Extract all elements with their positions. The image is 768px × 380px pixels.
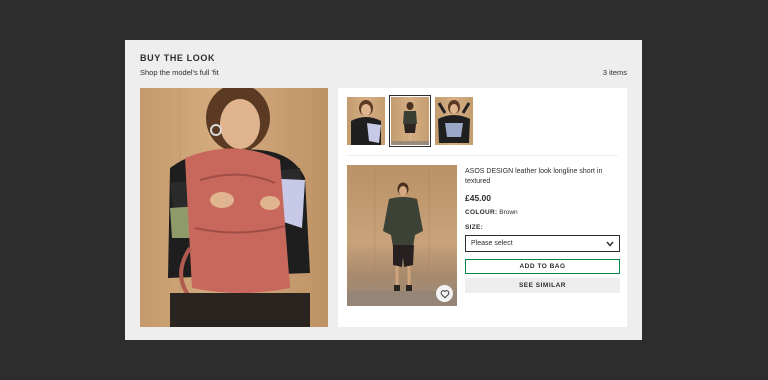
buy-the-look-modal: BUY THE LOOK Shop the model's full 'fit … (125, 40, 642, 340)
thumbnail-jumper-image (351, 100, 381, 145)
divider (347, 155, 618, 156)
product-price: £45.00 (465, 193, 491, 203)
thumbnail-bag[interactable] (435, 97, 473, 145)
save-for-later-button[interactable] (436, 285, 453, 302)
heart-icon (440, 289, 449, 298)
colour-label: COLOUR: (465, 209, 498, 216)
add-to-bag-button[interactable]: ADD TO BAG (465, 259, 620, 274)
thumbnail-jumper[interactable] (347, 97, 385, 145)
modal-subtitle: Shop the model's full 'fit (140, 68, 219, 77)
item-count: 3 items (602, 68, 627, 77)
product-image[interactable] (347, 165, 457, 306)
size-label: SIZE: (465, 224, 484, 231)
product-panel: ASOS DESIGN leather look longline short … (338, 88, 627, 327)
chevron-down-icon (606, 241, 614, 247)
see-similar-button[interactable]: SEE SIMILAR (465, 278, 620, 293)
thumbnail-shorts-image (391, 102, 429, 145)
size-select[interactable]: Please select (465, 235, 620, 252)
size-select-value: Please select (471, 240, 513, 247)
colour-value: Brown (499, 209, 518, 216)
hero-model-image (140, 88, 328, 327)
thumbnail-shorts[interactable] (389, 95, 431, 147)
modal-title: BUY THE LOOK (140, 53, 216, 63)
model-photo-illustration (168, 88, 310, 327)
product-name[interactable]: ASOS DESIGN leather look longline short … (465, 167, 620, 187)
product-colour: COLOUR: Brown (465, 209, 620, 216)
thumbnail-bag-image (437, 100, 471, 143)
product-info: ASOS DESIGN leather look longline short … (465, 167, 620, 293)
